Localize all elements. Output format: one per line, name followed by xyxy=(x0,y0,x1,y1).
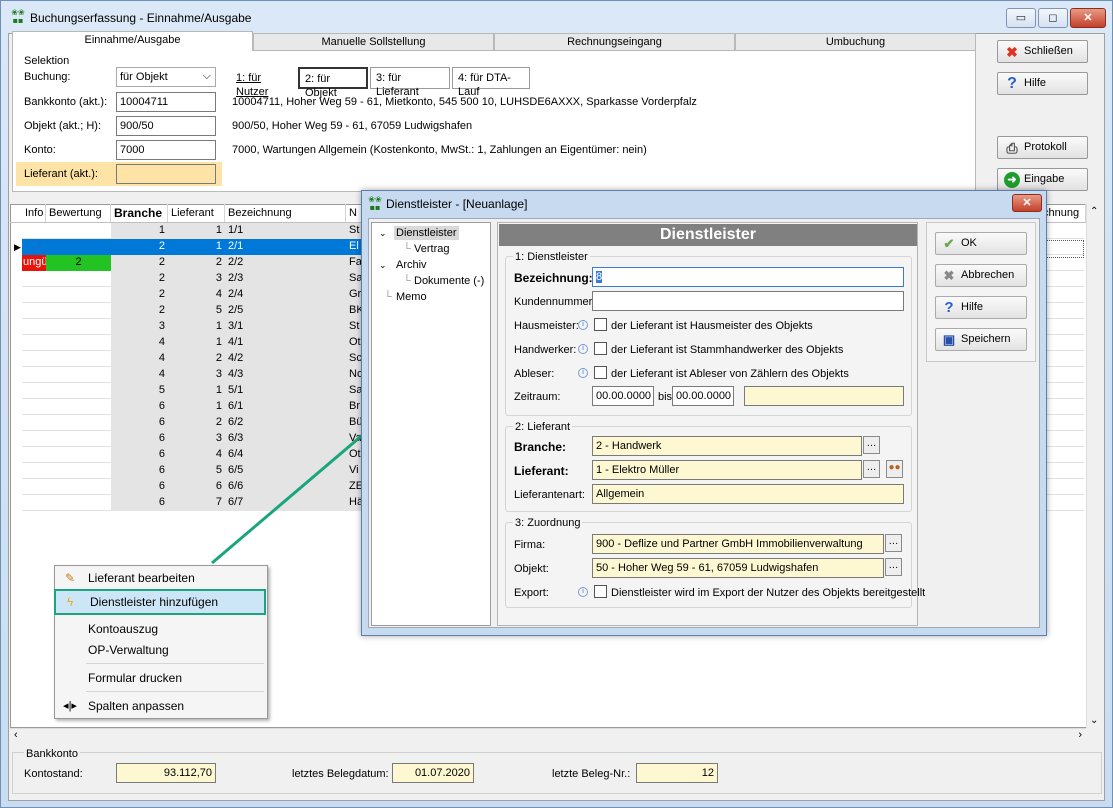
kundennummer-input[interactable] xyxy=(592,291,904,311)
branche-field[interactable]: 2 - Handwerk xyxy=(592,436,862,456)
zeitraum-von-input[interactable]: 00.00.0000 xyxy=(592,386,654,406)
people-icon[interactable]: ●● xyxy=(886,460,903,478)
lieferantenart-label: Lieferantenart: xyxy=(514,489,585,501)
tree-item-memo[interactable]: Memo xyxy=(396,290,427,304)
handwerker-checkbox[interactable] xyxy=(594,342,607,355)
bezeichnung-value: 8 xyxy=(596,271,603,283)
floppy-disk-icon: ▣ xyxy=(942,332,956,347)
tab-einnahme-ausgabe[interactable]: Einnahme/Ausgabe xyxy=(12,31,253,51)
dialog-app-icon: ❀❀ ▪▪ xyxy=(368,195,382,212)
lieferant-field[interactable]: 1 - Elektro Müller xyxy=(592,460,862,480)
bezeichnung-label: Bezeichnung: xyxy=(514,271,593,285)
ok-label: OK xyxy=(961,237,977,249)
info-icon[interactable]: i xyxy=(578,587,588,597)
lieferant-browse-button[interactable]: … xyxy=(863,460,880,478)
cancel-x-icon: ✖ xyxy=(943,268,955,283)
info-icon[interactable]: i xyxy=(578,320,588,330)
section1-label: 1: Dienstleister xyxy=(513,250,590,264)
lieferant-dialog-label: Lieferant: xyxy=(514,464,569,478)
lieferantenart-field[interactable]: Allgemein xyxy=(592,484,904,504)
dialog-title: Dienstleister - [Neuanlage] xyxy=(386,197,528,211)
objekt-dialog-label: Objekt: xyxy=(514,563,549,575)
objekt-browse-button[interactable]: … xyxy=(885,558,902,576)
speichern-label: Speichern xyxy=(961,333,1011,345)
chevron-down-icon[interactable]: ⌄ xyxy=(379,226,387,240)
zeitraum-display xyxy=(744,386,904,406)
export-checkbox[interactable] xyxy=(594,585,607,598)
handwerker-label: Handwerker: xyxy=(514,344,577,356)
speichern-button[interactable]: ▣ Speichern xyxy=(935,328,1027,351)
help-icon: ? xyxy=(944,299,954,316)
checkmark-icon: ✔ xyxy=(943,236,955,251)
hausmeister-label: Hausmeister: xyxy=(514,320,579,332)
firma-browse-button[interactable]: … xyxy=(885,534,902,552)
abbrechen-button[interactable]: ✖ Abbrechen xyxy=(935,264,1027,287)
chevron-down-icon[interactable]: ⌄ xyxy=(379,258,387,272)
objekt-field[interactable]: 50 - Hoher Weg 59 - 61, 67059 Ludwigshaf… xyxy=(592,558,884,578)
branche-label: Branche: xyxy=(514,440,567,454)
ableser-text: der Lieferant ist Ableser von Zählern de… xyxy=(611,368,849,380)
branche-browse-button[interactable]: … xyxy=(863,436,880,454)
firma-label: Firma: xyxy=(514,539,546,551)
section3-label: 3: Zuordnung xyxy=(513,516,583,530)
ableser-checkbox[interactable] xyxy=(594,366,607,379)
info-icon[interactable]: i xyxy=(578,368,588,378)
abbrechen-label: Abbrechen xyxy=(961,269,1015,281)
kundennummer-label: Kundennummer: xyxy=(514,296,596,308)
hausmeister-text: der Lieferant ist Hausmeister des Objekt… xyxy=(611,320,813,332)
bezeichnung-input[interactable]: 8 xyxy=(592,267,904,287)
section2-label: 2: Lieferant xyxy=(513,420,573,434)
dialog-hilfe-label: Hilfe xyxy=(961,301,984,313)
handwerker-text: der Lieferant ist Stammhandwerker des Ob… xyxy=(611,344,844,356)
ableser-label: Ableser: xyxy=(514,368,555,380)
tree-connector: └ xyxy=(384,291,392,303)
tree-item-dokumente[interactable]: Dokumente (-) xyxy=(414,274,484,288)
zeitraum-bis-label: bis xyxy=(658,391,673,403)
tree-item-vertrag[interactable]: Vertrag xyxy=(414,242,449,256)
tree-item-archiv[interactable]: Archiv xyxy=(396,258,427,272)
zeitraum-bis-input[interactable]: 00.00.0000 xyxy=(672,386,734,406)
dialog-heading: Dienstleister xyxy=(499,224,917,246)
export-text: Dienstleister wird im Export der Nutzer … xyxy=(611,587,926,599)
ok-button[interactable]: ✔ OK xyxy=(935,232,1027,255)
hausmeister-checkbox[interactable] xyxy=(594,318,607,331)
tree-item-dienstleister[interactable]: Dienstleister xyxy=(394,226,459,240)
dialog-close-button[interactable]: ✕ xyxy=(1012,194,1042,212)
firma-field[interactable]: 900 - Deflize und Partner GmbH Immobilie… xyxy=(592,534,884,554)
zeitraum-label: Zeitraum: xyxy=(514,391,561,403)
info-icon[interactable]: i xyxy=(578,344,588,354)
export-label: Export: xyxy=(514,587,549,599)
tree-connector: └ xyxy=(403,243,411,255)
dialog-hilfe-button[interactable]: ? Hilfe xyxy=(935,296,1027,319)
tree-connector: └ xyxy=(403,275,411,287)
